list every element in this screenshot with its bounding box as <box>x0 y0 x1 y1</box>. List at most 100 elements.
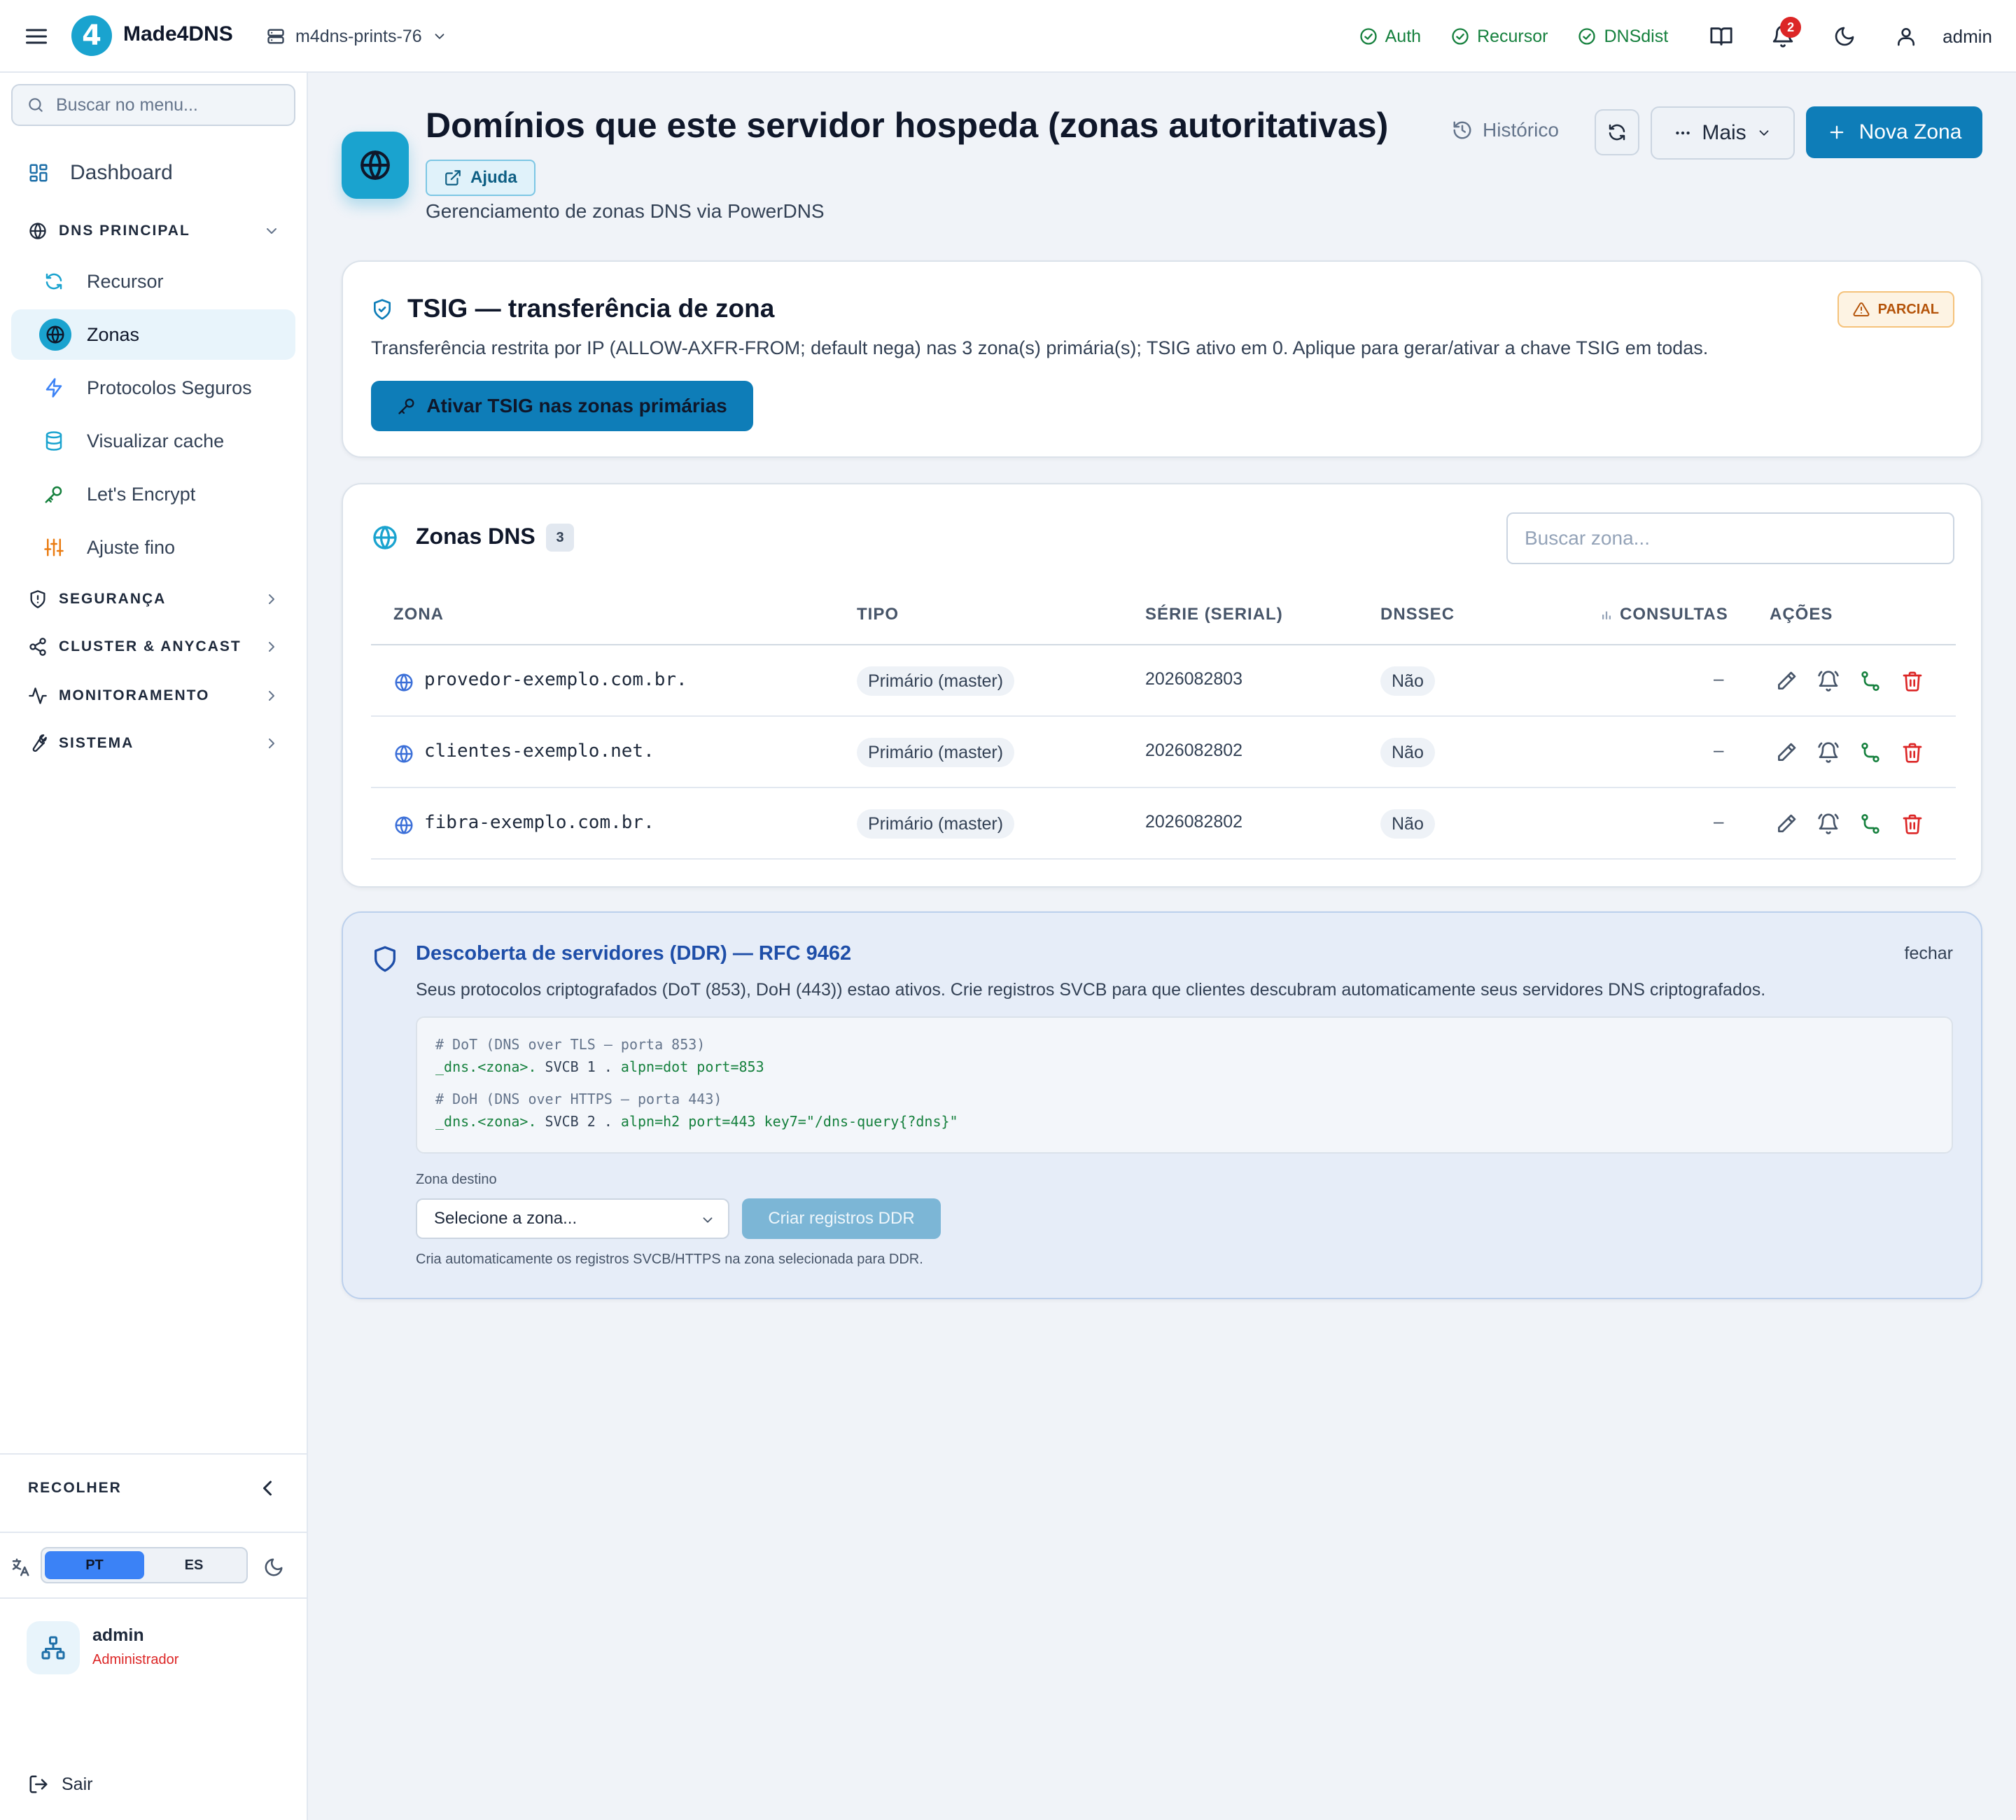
notify-bell-icon[interactable] <box>1817 741 1840 764</box>
logout-button[interactable]: Sair <box>28 1774 92 1795</box>
sidebar-search[interactable]: Buscar no menu... <box>11 84 295 126</box>
new-zone-label: Nova Zona <box>1858 120 1962 144</box>
sidebar-item-visualizar-cache[interactable]: Visualizar cache <box>11 416 295 466</box>
zone-serial: 2026082802 <box>1145 741 1243 760</box>
table-row[interactable]: fibra-exemplo.com.br. Primário (master) … <box>371 788 1956 860</box>
notify-bell-icon[interactable] <box>1817 670 1840 692</box>
zone-name[interactable]: clientes-exemplo.net. <box>424 741 654 762</box>
more-label: Mais <box>1702 121 1746 144</box>
delete-trash-icon[interactable] <box>1901 813 1924 835</box>
create-ddr-records-button[interactable]: Criar registros DDR <box>742 1198 941 1239</box>
dnssec-badge: Não <box>1380 738 1435 767</box>
code-line: _dns.<zona>. SVCB 2 . alpn=h2 port=443 k… <box>435 1110 1933 1133</box>
zone-name[interactable]: fibra-exemplo.com.br. <box>424 812 654 833</box>
lang-es-button[interactable]: ES <box>144 1551 244 1579</box>
service-status-dnsdist[interactable]: DNSdist <box>1577 27 1668 47</box>
dashboard-grid-icon <box>28 162 49 183</box>
bar-chart-icon <box>1602 611 1611 620</box>
collapse-label[interactable]: RECOLHER <box>28 1480 122 1497</box>
brand-name[interactable]: Made4DNS <box>123 22 233 46</box>
sidebar-section-monitoramento[interactable]: MONITORAMENTO <box>28 686 280 706</box>
sidebar-search-placeholder: Buscar no menu... <box>56 94 198 115</box>
user-icon[interactable] <box>1892 22 1920 50</box>
chevron-right-icon <box>269 642 274 652</box>
top-user-name[interactable]: admin <box>1942 26 1992 48</box>
more-menu-button[interactable]: Mais <box>1651 106 1795 160</box>
table-row[interactable]: clientes-exemplo.net. Primário (master) … <box>371 717 1956 788</box>
sidebar-section-dns-principal[interactable]: DNS PRINCIPAL <box>28 221 280 241</box>
column-header-tipo[interactable]: TIPO <box>857 605 899 624</box>
sidebar-item-zonas[interactable]: Zonas <box>11 309 295 360</box>
zone-serial: 2026082803 <box>1145 669 1243 689</box>
sidebar-item-protocolos-seguros[interactable]: Protocolos Seguros <box>11 363 295 413</box>
code-line: _dns.<zona>. SVCB 1 . alpn=dot port=853 <box>435 1056 1933 1078</box>
transfer-route-icon[interactable] <box>1859 813 1882 835</box>
zone-search-input[interactable] <box>1506 512 1954 564</box>
key-icon <box>43 484 64 505</box>
sidebar-section-sistema[interactable]: SISTEMA <box>28 734 280 753</box>
docs-book-icon[interactable] <box>1707 22 1735 50</box>
notify-bell-icon[interactable] <box>1817 813 1840 835</box>
sidebar-item-dashboard[interactable]: Dashboard <box>28 161 173 185</box>
check-circle-icon <box>1359 28 1377 45</box>
logout-label: Sair <box>62 1774 93 1794</box>
ddr-card: Descoberta de servidores (DDR) — RFC 946… <box>342 911 1982 1299</box>
delete-trash-icon[interactable] <box>1901 670 1924 692</box>
sidebar-item-recursor[interactable]: Recursor <box>11 256 295 307</box>
edit-pencil-icon[interactable] <box>1775 670 1798 692</box>
page-subtitle: Gerenciamento de zonas DNS via PowerDNS <box>426 200 825 222</box>
edit-pencil-icon[interactable] <box>1775 741 1798 764</box>
globe-icon <box>393 743 414 764</box>
column-header-zona[interactable]: ZONA <box>393 605 444 624</box>
zone-name[interactable]: provedor-exemplo.com.br. <box>424 669 687 690</box>
server-selector[interactable]: m4dns-prints-76 <box>266 22 447 50</box>
ddr-code-block: # DoT (DNS over TLS — porta 853) _dns.<z… <box>416 1016 1953 1154</box>
sidebar-item-ajuste-fino[interactable]: Ajuste fino <box>11 522 295 573</box>
hamburger-menu-icon[interactable] <box>24 24 49 49</box>
activate-tsig-button[interactable]: Ativar TSIG nas zonas primárias <box>371 381 753 431</box>
lang-pt-button[interactable]: PT <box>45 1551 144 1579</box>
sidebar-item-label: Ajuste fino <box>87 536 176 558</box>
service-status-auth[interactable]: Auth <box>1359 27 1421 47</box>
app-logo[interactable]: 4 <box>71 15 112 56</box>
edit-pencil-icon[interactable] <box>1775 813 1798 835</box>
code-comment: # DoT (DNS over TLS — porta 853) <box>435 1036 706 1053</box>
zone-queries: – <box>1714 739 1724 760</box>
check-circle-icon <box>1452 28 1469 45</box>
zones-count-badge: 3 <box>546 524 574 552</box>
dnssec-badge: Não <box>1380 666 1435 696</box>
ddr-close-button[interactable]: fechar <box>1905 944 1953 964</box>
chevron-down-icon <box>703 1217 713 1223</box>
transfer-route-icon[interactable] <box>1859 741 1882 764</box>
chevron-right-icon <box>269 691 274 701</box>
code-record: SVCB 2 . <box>536 1113 621 1130</box>
chevron-left-icon[interactable] <box>255 1476 280 1501</box>
history-button[interactable]: Histórico <box>1452 119 1559 141</box>
shield-check-icon <box>371 298 393 321</box>
dnssec-badge: Não <box>1380 809 1435 839</box>
notifications-bell-icon[interactable]: 2 <box>1769 17 1802 50</box>
column-header-dnssec[interactable]: DNSSEC <box>1380 605 1455 624</box>
delete-trash-icon[interactable] <box>1901 741 1924 764</box>
more-dots-icon <box>1676 131 1690 135</box>
sidebar-section-cluster-anycast[interactable]: CLUSTER & ANYCAST <box>28 637 280 657</box>
refresh-button[interactable] <box>1595 109 1639 155</box>
globe-icon <box>393 815 414 836</box>
column-header-serial[interactable]: SÉRIE (SERIAL) <box>1145 605 1283 624</box>
zone-queries: – <box>1714 811 1724 832</box>
help-button[interactable]: Ajuda <box>426 160 536 196</box>
new-zone-button[interactable]: Nova Zona <box>1806 106 1982 158</box>
service-status-recursor[interactable]: Recursor <box>1450 27 1548 47</box>
moon-icon[interactable] <box>263 1557 284 1578</box>
sidebar-item-lets-encrypt[interactable]: Let's Encrypt <box>11 469 295 519</box>
column-header-consultas[interactable]: CONSULTAS <box>1600 605 1728 624</box>
chevron-down-icon <box>267 228 276 234</box>
code-name: _dns.<zona>. <box>435 1058 537 1075</box>
chevron-down-icon <box>435 34 444 39</box>
zone-target-select[interactable]: Selecione a zona... <box>416 1198 729 1239</box>
moon-icon[interactable] <box>1830 22 1858 50</box>
transfer-route-icon[interactable] <box>1859 670 1882 692</box>
table-row[interactable]: provedor-exemplo.com.br. Primário (maste… <box>371 645 1956 717</box>
sidebar-section-seguranca[interactable]: SEGURANÇA <box>28 589 280 609</box>
section-label: CLUSTER & ANYCAST <box>59 638 241 654</box>
